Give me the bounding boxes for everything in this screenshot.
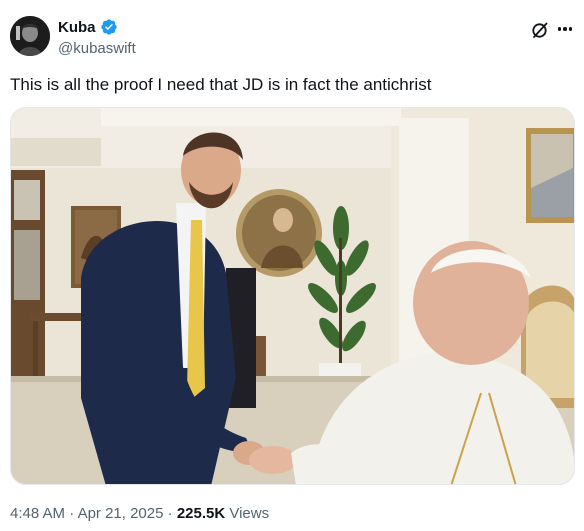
views-count[interactable]: 225.5K [177,505,225,522]
tweet-photo[interactable] [10,107,575,485]
photo-illustration [11,108,574,484]
views-label: Views [229,505,270,522]
tweet-time[interactable]: 4:48 AM [10,505,65,522]
grok-slash-icon[interactable] [530,20,550,40]
verified-badge-icon [100,18,118,36]
avatar[interactable] [10,16,50,56]
display-name[interactable]: Kuba [58,19,96,36]
tweet-text: This is all the proof I need that JD is … [10,75,432,94]
name-row: Kuba [58,17,136,37]
more-horizontal-icon[interactable] [554,18,576,40]
tweet-header: Kuba @kubaswift [10,14,574,60]
handle[interactable]: @kubaswift [58,40,136,57]
more-dot [563,27,567,31]
author-block: Kuba @kubaswift [58,17,136,58]
tweet-date[interactable]: Apr 21, 2025 [78,505,164,522]
avatar-image [10,16,50,56]
more-dot [568,27,573,31]
meta-separator: · [69,505,75,522]
more-dot [557,27,562,31]
tweet-meta: 4:48 AM · Apr 21, 2025 · 225.5K Views [10,505,269,522]
meta-separator: · [167,505,173,522]
